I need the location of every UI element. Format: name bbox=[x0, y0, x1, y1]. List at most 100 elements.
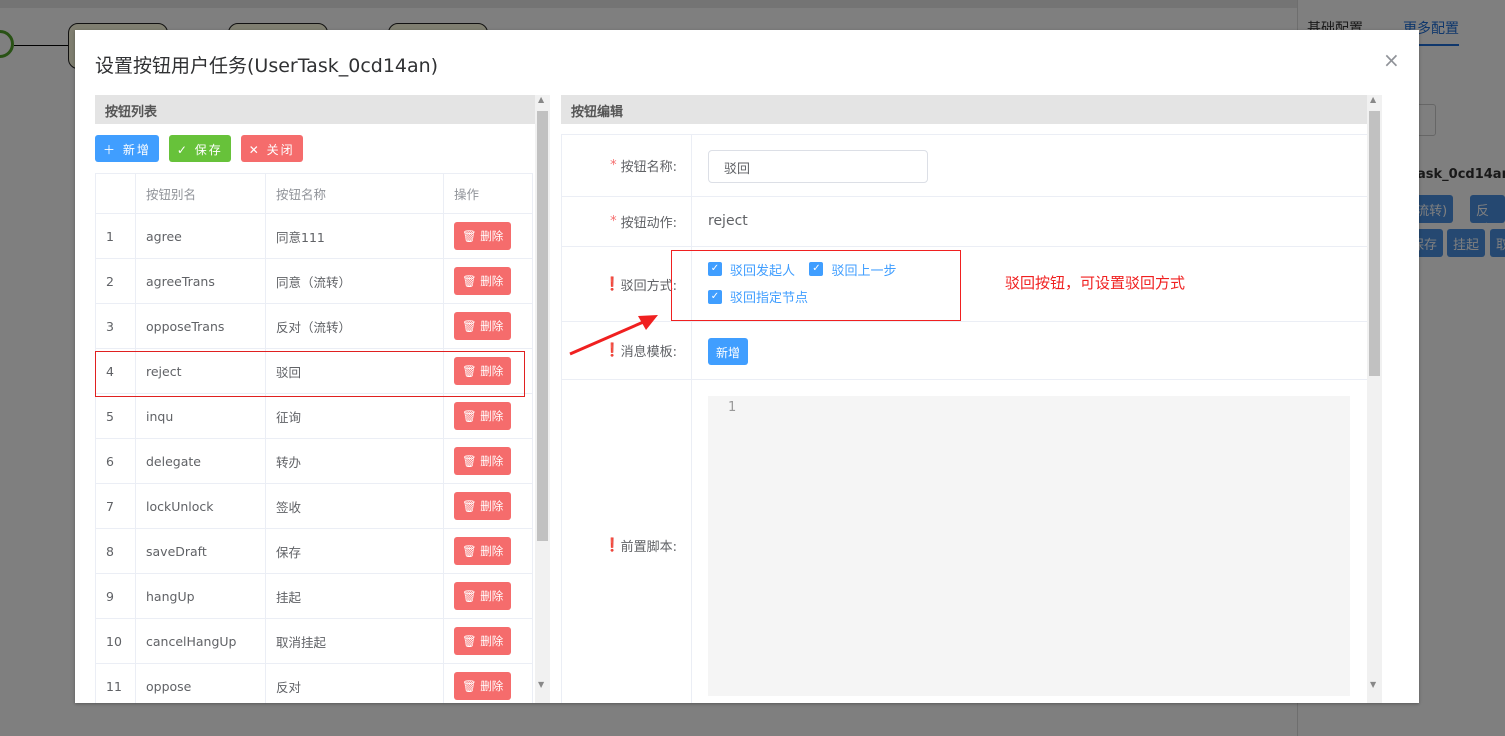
row-index: 8 bbox=[95, 528, 136, 574]
button-edit-panel: 按钮编辑 * 按钮名称: 驳回 * 按钮动作: reject ❗ 驳回方式: ✓ 驳回发… bbox=[561, 95, 1382, 703]
row-alias: opposeTrans bbox=[135, 303, 266, 349]
delete-button[interactable]: 🗑 删除 bbox=[454, 627, 512, 655]
row-action: 🗑 删除 bbox=[443, 258, 533, 304]
trash-icon: 🗑 bbox=[462, 589, 481, 603]
delete-button[interactable]: 🗑 删除 bbox=[454, 582, 512, 610]
table-row[interactable]: 8 saveDraft 保存 🗑 删除 bbox=[95, 528, 533, 574]
row-name: 转办 bbox=[265, 438, 444, 484]
row-action: 🗑 删除 bbox=[443, 303, 533, 349]
row-index: 5 bbox=[95, 393, 136, 439]
button-name-input[interactable]: 驳回 bbox=[708, 150, 928, 183]
panel-header: 按钮列表 bbox=[95, 95, 535, 124]
trash-icon: 🗑 bbox=[462, 274, 481, 288]
trash-icon: 🗑 bbox=[462, 319, 481, 333]
table-row[interactable]: 5 inqu 征询 🗑 删除 bbox=[95, 393, 533, 439]
row-alias: agree bbox=[135, 213, 266, 259]
table-row[interactable]: 1 agree 同意111 🗑 删除 bbox=[95, 213, 533, 259]
plus-icon: ＋ bbox=[103, 143, 123, 157]
row-name: 挂起 bbox=[265, 573, 444, 619]
delete-button[interactable]: 🗑 删除 bbox=[454, 402, 512, 430]
script-editor[interactable]: 1 bbox=[708, 396, 1350, 696]
table-row[interactable]: 9 hangUp 挂起 🗑 删除 bbox=[95, 573, 533, 619]
row-action: 🗑 删除 bbox=[443, 393, 533, 439]
trash-icon: 🗑 bbox=[462, 499, 481, 513]
row-alias: hangUp bbox=[135, 573, 266, 619]
col-action: 操作 bbox=[443, 173, 533, 214]
table-row[interactable]: 2 agreeTrans 同意（流转） 🗑 删除 bbox=[95, 258, 533, 304]
row-alias: delegate bbox=[135, 438, 266, 484]
row-action: 🗑 删除 bbox=[443, 483, 533, 529]
row-name: 反对 bbox=[265, 663, 444, 703]
row-name: 征询 bbox=[265, 393, 444, 439]
table-row[interactable]: 10 cancelHangUp 取消挂起 🗑 删除 bbox=[95, 618, 533, 664]
add-message-template-button[interactable]: 新增 bbox=[708, 338, 749, 365]
scrollbar[interactable]: ▲ ▼ bbox=[535, 95, 550, 703]
col-name: 按钮名称 bbox=[265, 173, 444, 214]
button-list-panel: 按钮列表 ＋ 新增 ✓ 保存 ✕ 关闭 按钮别名 按钮名称 操作 1 agree 同… bbox=[95, 95, 550, 703]
row-index: 3 bbox=[95, 303, 136, 349]
row-alias: lockUnlock bbox=[135, 483, 266, 529]
row-name: 保存 bbox=[265, 528, 444, 574]
x-icon: ✕ bbox=[248, 143, 267, 157]
delete-button[interactable]: 🗑 删除 bbox=[454, 312, 512, 340]
annotation-text: 驳回按钮，可设置驳回方式 bbox=[1005, 274, 1186, 292]
delete-button[interactable]: 🗑 删除 bbox=[454, 267, 512, 295]
label: 按钮名称: bbox=[620, 160, 677, 175]
row-index: 9 bbox=[95, 573, 136, 619]
table-row[interactable]: 7 lockUnlock 签收 🗑 删除 bbox=[95, 483, 533, 529]
row-index: 1 bbox=[95, 213, 136, 259]
row-index: 7 bbox=[95, 483, 136, 529]
delete-button[interactable]: 🗑 删除 bbox=[454, 222, 512, 250]
row-action: 🗑 删除 bbox=[443, 213, 533, 259]
add-button[interactable]: ＋ 新增 bbox=[95, 135, 159, 162]
delete-button[interactable]: 🗑 删除 bbox=[454, 447, 512, 475]
trash-icon: 🗑 bbox=[462, 679, 481, 693]
trash-icon: 🗑 bbox=[462, 634, 481, 648]
scrollbar[interactable]: ▲ ▼ bbox=[1367, 95, 1382, 703]
trash-icon: 🗑 bbox=[462, 229, 481, 243]
row-action: 🗑 删除 bbox=[443, 573, 533, 619]
label: 按钮动作: bbox=[620, 216, 677, 231]
row-index: 10 bbox=[95, 618, 136, 664]
panel-header: 按钮编辑 bbox=[561, 95, 1367, 124]
col-alias: 按钮别名 bbox=[135, 173, 266, 214]
row-action: 🗑 删除 bbox=[443, 663, 533, 703]
table-row[interactable]: 11 oppose 反对 🗑 删除 bbox=[95, 663, 533, 703]
row-action: 🗑 删除 bbox=[443, 528, 533, 574]
button-table: 按钮别名 按钮名称 操作 1 agree 同意111 🗑 删除 2 agreeTrans 同… bbox=[95, 173, 533, 703]
row-index: 2 bbox=[95, 258, 136, 304]
save-button[interactable]: ✓ 保存 bbox=[168, 135, 231, 162]
trash-icon: 🗑 bbox=[462, 409, 481, 423]
annotation-box bbox=[671, 250, 961, 321]
row-alias: oppose bbox=[135, 663, 266, 703]
row-name: 同意（流转） bbox=[265, 258, 444, 304]
trash-icon: 🗑 bbox=[462, 454, 481, 468]
button-settings-dialog: 设置按钮用户任务(UserTask_0cd14an) × 按钮列表 ＋ 新增 ✓… bbox=[75, 30, 1419, 703]
col-index bbox=[95, 173, 136, 214]
row-name: 反对（流转） bbox=[265, 303, 444, 349]
table-row[interactable]: 6 delegate 转办 🗑 删除 bbox=[95, 438, 533, 484]
trash-icon: 🗑 bbox=[462, 544, 481, 558]
row-alias: agreeTrans bbox=[135, 258, 266, 304]
row-alias: inqu bbox=[135, 393, 266, 439]
row-action: 🗑 删除 bbox=[443, 438, 533, 484]
close-button[interactable]: ✕ 关闭 bbox=[240, 135, 303, 162]
annotation-arrow-icon bbox=[569, 315, 658, 356]
button-action-value: reject bbox=[708, 213, 748, 229]
row-name: 签收 bbox=[265, 483, 444, 529]
info-icon: ❗ bbox=[604, 537, 621, 553]
highlight-box bbox=[95, 351, 525, 397]
row-index: 11 bbox=[95, 663, 136, 703]
table-row[interactable]: 3 opposeTrans 反对（流转） 🗑 删除 bbox=[95, 303, 533, 349]
delete-button[interactable]: 🗑 删除 bbox=[454, 492, 512, 520]
delete-button[interactable]: 🗑 删除 bbox=[454, 537, 512, 565]
dialog-title: 设置按钮用户任务(UserTask_0cd14an) bbox=[95, 55, 439, 77]
delete-button[interactable]: 🗑 删除 bbox=[454, 672, 512, 700]
info-icon: ❗ bbox=[604, 276, 621, 292]
check-icon: ✓ bbox=[176, 143, 195, 157]
close-icon[interactable]: × bbox=[1383, 48, 1400, 72]
row-name: 取消挂起 bbox=[265, 618, 444, 664]
row-index: 6 bbox=[95, 438, 136, 484]
row-alias: cancelHangUp bbox=[135, 618, 266, 664]
row-alias: saveDraft bbox=[135, 528, 266, 574]
